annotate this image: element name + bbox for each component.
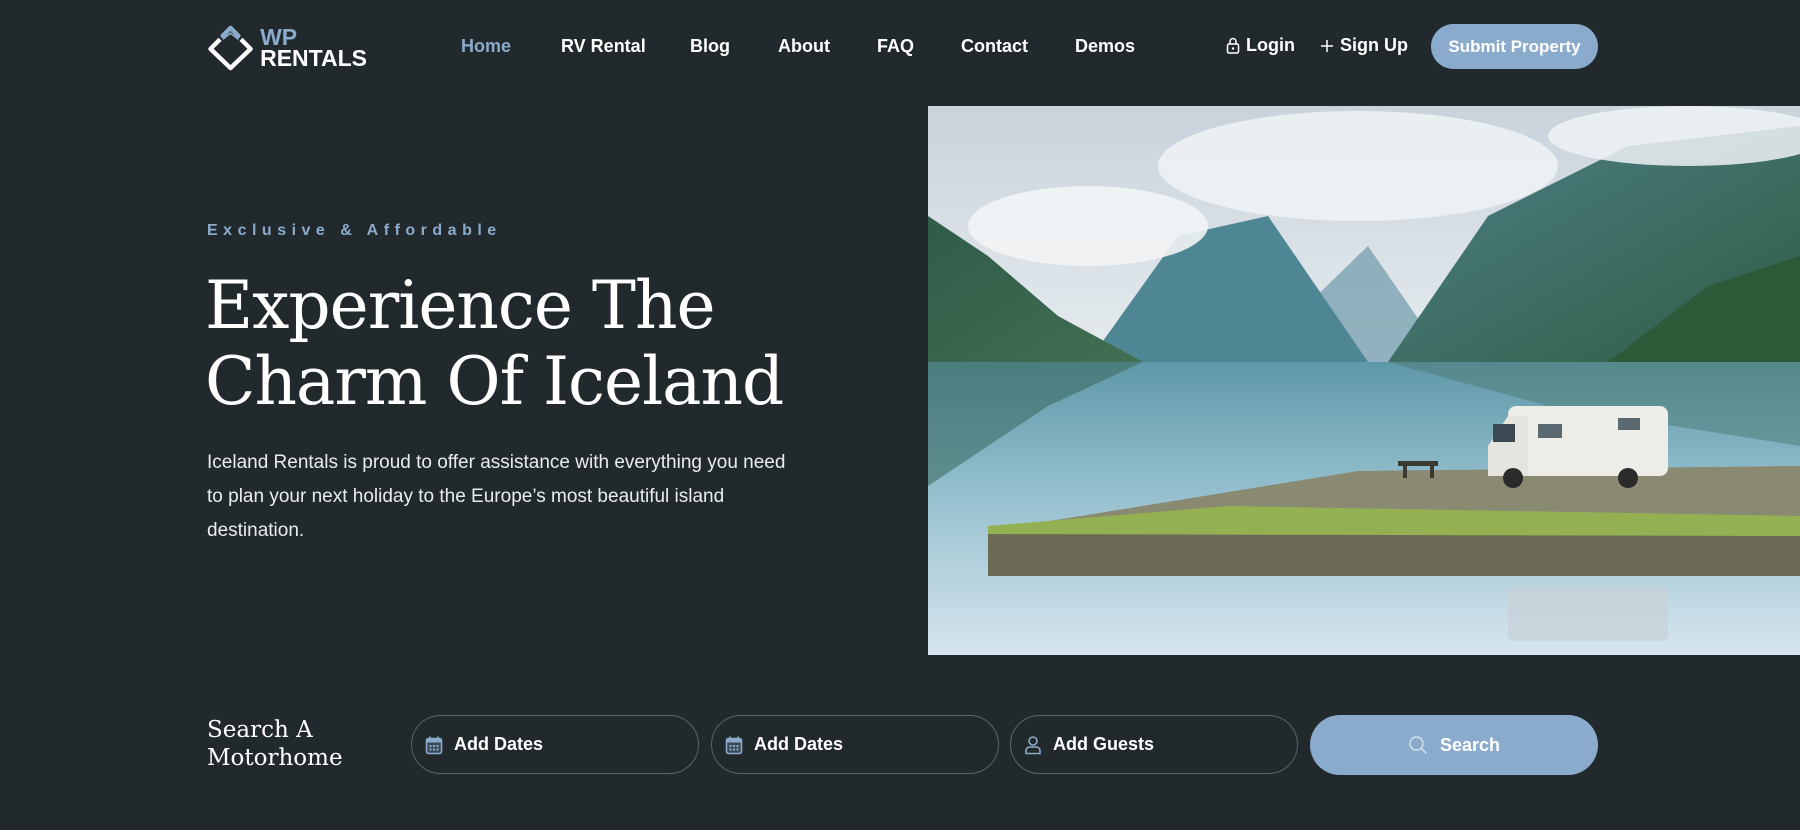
logo-line-rentals: RENTALS (260, 45, 367, 71)
checkout-label: Add Dates (754, 734, 844, 754)
search-title-line-1: Search A (207, 717, 313, 743)
headline-line-1: Experience The (205, 267, 716, 344)
signup-label: Sign Up (1340, 35, 1408, 55)
guests-field[interactable]: Add Guests (1010, 715, 1298, 774)
calendar-icon (425, 735, 445, 755)
search-button[interactable]: Search (1310, 715, 1598, 775)
calendar-icon (725, 735, 745, 755)
nav-item-blog[interactable]: Blog (690, 36, 730, 57)
lock-icon (1226, 37, 1240, 54)
hero-description: Iceland Rentals is proud to offer assist… (207, 452, 786, 541)
diamond-logo-icon (208, 25, 253, 71)
nav-item-rv-rental[interactable]: RV Rental (561, 36, 646, 57)
search-title-line-2: Motorhome (207, 745, 343, 771)
search-icon (1408, 735, 1428, 755)
hero-image (928, 106, 1800, 655)
nav-item-demos[interactable]: Demos (1075, 36, 1135, 57)
search-title: Search A Motorhome (207, 716, 343, 772)
hero-headline: Experience The Charm Of Iceland (205, 267, 784, 420)
checkout-date-field[interactable]: Add Dates (711, 715, 999, 774)
guests-label: Add Guests (1053, 734, 1155, 754)
logo-wordmark: WP RENTALS (260, 26, 367, 71)
signup-link[interactable]: Sign Up (1320, 35, 1408, 56)
motorhome (1488, 406, 1668, 488)
fjord-motorhome-illustration (928, 106, 1800, 655)
nav-item-faq[interactable]: FAQ (877, 36, 914, 57)
nav-item-contact[interactable]: Contact (961, 36, 1028, 57)
user-icon (1024, 735, 1044, 755)
site-logo[interactable]: WP RENTALS (207, 20, 367, 76)
login-link[interactable]: Login (1226, 35, 1295, 56)
search-button-label: Search (1439, 734, 1501, 755)
headline-line-2: Charm Of Iceland (205, 343, 784, 420)
checkin-date-field[interactable]: Add Dates (411, 715, 699, 774)
checkin-label: Add Dates (454, 734, 544, 754)
submit-property-button[interactable]: Submit Property (1431, 24, 1598, 69)
nav-item-home[interactable]: Home (461, 36, 511, 57)
login-label: Login (1246, 35, 1295, 55)
plus-icon (1320, 39, 1334, 53)
hero-tagline: Exclusive & Affordable (207, 222, 502, 239)
nav-item-about[interactable]: About (778, 36, 830, 57)
